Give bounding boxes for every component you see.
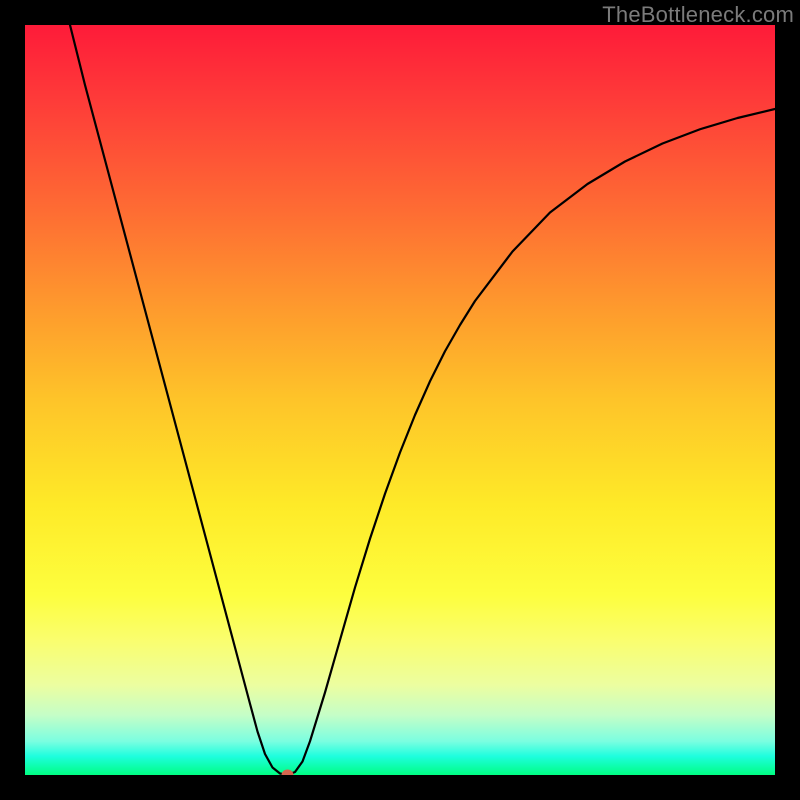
optimum-marker bbox=[282, 770, 294, 776]
plot-area bbox=[25, 25, 775, 775]
curve-layer bbox=[25, 25, 775, 775]
bottleneck-curve bbox=[70, 25, 775, 775]
chart-frame: TheBottleneck.com bbox=[0, 0, 800, 800]
